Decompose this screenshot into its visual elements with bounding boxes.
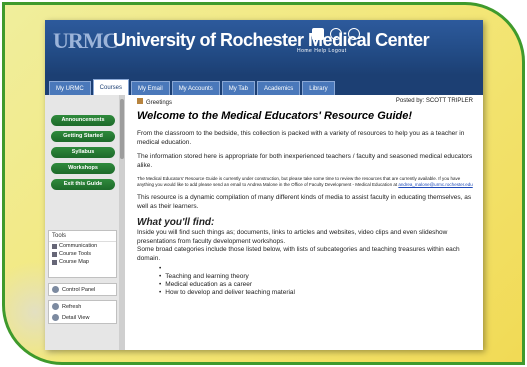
paragraph-inside: Inside you will find such things as; doc… [137, 229, 448, 245]
tab-bar: My URMC Courses My Email My Accounts My … [45, 75, 483, 95]
header-links[interactable]: Home Help Logout [297, 48, 347, 54]
page-title: Welcome to the Medical Educators' Resour… [137, 110, 413, 122]
refresh-icon [52, 303, 59, 310]
course-map-icon [52, 259, 57, 265]
paragraph-intro: From the classroom to the bedside, this … [137, 130, 465, 146]
subheading: What you'll find: [137, 217, 215, 228]
tab-my-email[interactable]: My Email [131, 81, 170, 95]
control-panel-box: Control Panel [48, 283, 117, 296]
announcement-header: Greetings Posted by: SCOTT TRIPLER [137, 98, 473, 106]
scrollbar-thumb[interactable] [120, 99, 124, 159]
tools-panel: Tools Communication Course Tools Course … [48, 230, 117, 278]
tab-library[interactable]: Library [302, 81, 335, 95]
exit-guide-button[interactable]: Exit this Guide [51, 179, 115, 190]
course-tools-icon [52, 251, 57, 257]
announcements-button[interactable]: Announcements [51, 115, 115, 126]
tool-course-map[interactable]: Course Map [49, 258, 116, 266]
logout-icon[interactable] [348, 28, 360, 40]
list-item [159, 265, 473, 273]
paragraph-audience: The information stored here is appropria… [137, 153, 473, 169]
tab-academics[interactable]: Academics [256, 81, 301, 95]
announcement-icon [137, 98, 143, 104]
slide-frame: URMC University of Rochester Medical Cen… [2, 2, 525, 365]
tab-my-accounts[interactable]: My Accounts [171, 81, 220, 95]
tool-course-tools[interactable]: Course Tools [49, 250, 116, 258]
list-item: How to develop and deliver teaching mate… [159, 289, 473, 297]
browser-screenshot: URMC University of Rochester Medical Cen… [45, 20, 483, 350]
control-panel-icon [52, 286, 59, 293]
control-panel-link[interactable]: Control Panel [49, 284, 116, 295]
workshops-button[interactable]: Workshops [51, 163, 115, 174]
main-content: Greetings Posted by: SCOTT TRIPLER Welco… [129, 95, 481, 350]
category-list: Teaching and learning theory Medical edu… [159, 265, 473, 297]
list-item: Teaching and learning theory [159, 273, 473, 281]
site-banner: URMC University of Rochester Medical Cen… [45, 20, 483, 75]
list-item: Medical education as a career [159, 281, 473, 289]
tab-courses[interactable]: Courses [92, 79, 130, 95]
posted-by: Posted by: SCOTT TRIPLER [395, 98, 473, 104]
detail-view-link[interactable]: Detail View [49, 312, 116, 323]
site-title: University of Rochester Medical Center [113, 30, 430, 50]
sidebar-scrollbar[interactable] [119, 95, 125, 350]
breadcrumb: Greetings [137, 98, 172, 106]
home-icon[interactable] [312, 28, 324, 40]
help-icon[interactable] [330, 28, 342, 40]
tools-title: Tools [49, 231, 116, 242]
course-sidebar: Announcements Getting Started Syllabus W… [45, 95, 125, 350]
tab-my-tab[interactable]: My Tab [221, 81, 255, 95]
getting-started-button[interactable]: Getting Started [51, 131, 115, 142]
tab-my-urmc[interactable]: My URMC [49, 81, 91, 95]
tool-communication[interactable]: Communication [49, 242, 116, 250]
refresh-link[interactable]: Refresh [49, 301, 116, 312]
communication-icon [52, 243, 57, 249]
urmc-logo: URMC [53, 28, 118, 53]
email-link[interactable]: andrea_malone@urmc.rochester.edu [398, 182, 472, 187]
syllabus-button[interactable]: Syllabus [51, 147, 115, 158]
view-options-box: Refresh Detail View [48, 300, 117, 324]
paragraph-categories: Some broad categories include those list… [137, 246, 460, 262]
header-icons [312, 28, 360, 40]
paragraph-dynamic: This resource is a dynamic compilation o… [137, 194, 472, 210]
detail-view-icon [52, 314, 59, 321]
paragraph-construction: The Medical Educators' Resource Guide is… [137, 176, 473, 187]
